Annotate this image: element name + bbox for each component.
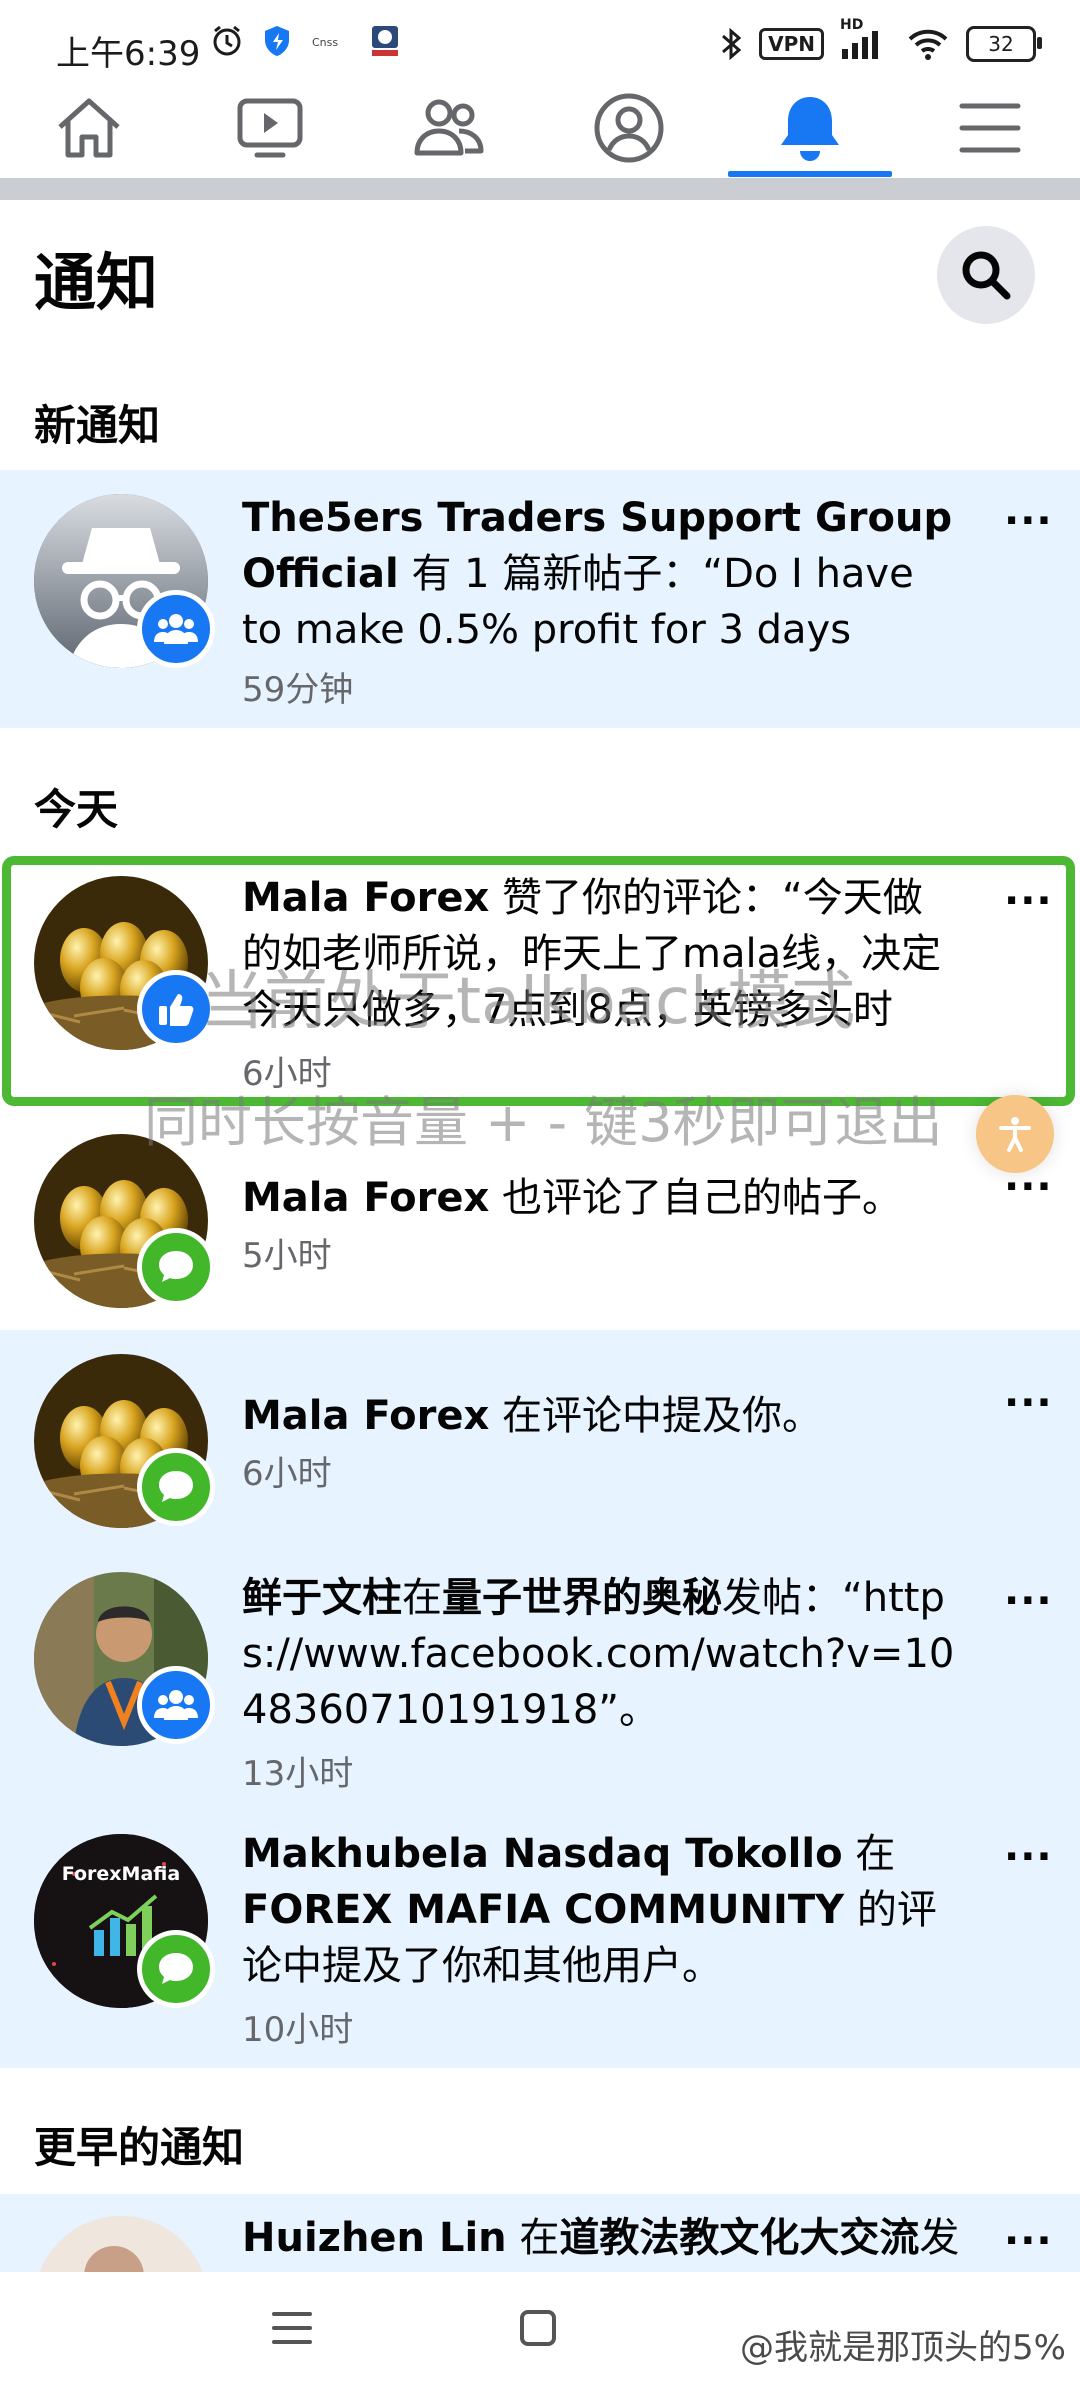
top-navigation — [0, 78, 1080, 178]
watermark: @我就是那顶头的5% — [740, 2328, 1066, 2368]
more-options-button[interactable]: ··· — [1004, 1380, 1053, 1426]
groups-icon — [414, 99, 484, 156]
groups-icon — [154, 1690, 198, 1720]
bluetooth-icon — [722, 27, 742, 61]
active-tab-indicator — [728, 171, 892, 177]
bell-icon — [781, 97, 839, 161]
nav-groups[interactable] — [394, 78, 504, 178]
svg-text:Cnss: Cnss — [312, 36, 338, 49]
notification-text: Makhubela Nasdaq Tokollo 在 FOREX MAFIA C… — [242, 1831, 937, 1989]
notification-text: Huizhen Lin 在道教法教文化大交流发 — [242, 2215, 960, 2261]
notification-badge — [137, 590, 215, 668]
more-options-button[interactable]: ··· — [1004, 1578, 1053, 1624]
nav-home[interactable] — [34, 78, 144, 178]
svg-text:ForexMafia: ForexMafia — [62, 1863, 180, 1885]
menu-icon — [959, 103, 1021, 153]
vpn-indicator: VPN — [759, 28, 824, 60]
nav-divider — [0, 178, 1080, 200]
more-options-button[interactable]: ··· — [1004, 2218, 1053, 2264]
notification-time: 13小时 — [242, 1754, 354, 1794]
wifi-icon — [908, 29, 948, 60]
status-left-icons: Cnss — [210, 24, 402, 58]
status-bar: 上午6:39 Cnss VPN HD 32 — [0, 0, 1080, 75]
notification-item[interactable]: Mala Forex 在评论中提及你。 6小时 ··· — [0, 1330, 1080, 1552]
notification-item[interactable]: 鲜于文柱在量子世界的奥秘发帖：“https://www.facebook.com… — [0, 1552, 1080, 1812]
recent-apps-button[interactable] — [270, 2308, 314, 2352]
actor-name: Makhubela Nasdaq Tokollo — [242, 1831, 843, 1877]
group-name: 道教法教文化大交流 — [559, 2215, 920, 2261]
talkback-exit-hint: 同时长按音量 + - 键3秒即可退出 — [144, 1091, 943, 1154]
video-icon — [237, 98, 303, 158]
notification-item[interactable]: Huizhen Lin 在道教法教文化大交流发 ··· — [0, 2194, 1080, 2274]
notification-text: Mala Forex 在评论中提及你。 — [242, 1393, 822, 1439]
group-name: FOREX MAFIA COMMUNITY — [242, 1887, 845, 1933]
menu-lines-icon — [272, 2312, 312, 2344]
notification-item[interactable]: The5ers Traders Support Group Official 有… — [0, 470, 1080, 728]
signal-icon: HD — [840, 17, 890, 61]
person-photo-avatar-icon — [34, 2216, 208, 2274]
app-icon-small: Cnss — [312, 36, 338, 49]
avatar — [34, 2216, 208, 2274]
status-right-icons: VPN HD 32 — [719, 17, 1042, 62]
notification-badge — [137, 1228, 215, 1306]
actor-name: 鲜于文柱 — [242, 1575, 402, 1621]
nav-video[interactable] — [215, 78, 325, 178]
comment-icon — [159, 1953, 193, 1984]
notification-text: 鲜于文柱在量子世界的奥秘发帖：“https://www.facebook.com… — [242, 1575, 955, 1733]
section-title-new: 新通知 — [34, 401, 161, 450]
actor-name: Huizhen Lin — [242, 2215, 507, 2261]
nav-notifications[interactable] — [755, 78, 865, 178]
notification-text: Mala Forex 也评论了自己的帖子。 — [242, 1175, 902, 1221]
search-button[interactable] — [937, 226, 1035, 324]
actor-name: Mala Forex — [242, 1175, 490, 1221]
notification-time: 10小时 — [242, 2010, 354, 2050]
section-title-today: 今天 — [34, 785, 119, 834]
page-title: 通知 — [34, 246, 159, 319]
accessibility-icon — [999, 1117, 1031, 1152]
shield-icon — [265, 26, 289, 56]
profile-icon — [594, 93, 664, 163]
app-logo-icon — [372, 26, 398, 56]
notification-time: 5小时 — [242, 1236, 332, 1276]
notification-badge — [137, 1930, 215, 2008]
square-icon — [520, 2310, 556, 2346]
status-time: 上午6:39 — [56, 34, 201, 74]
nav-menu[interactable] — [935, 78, 1045, 178]
notification-badge — [137, 1448, 215, 1526]
home-icon — [58, 98, 120, 158]
accessibility-button[interactable] — [976, 1095, 1054, 1173]
notification-item[interactable]: ForexMafia Makhubela Nasdaq Tokollo 在 FO… — [0, 1812, 1080, 2068]
home-button[interactable] — [518, 2308, 558, 2352]
groups-icon — [154, 614, 198, 644]
section-title-earlier: 更早的通知 — [34, 2123, 245, 2172]
comment-icon — [159, 1251, 193, 1282]
alarm-icon — [213, 25, 241, 56]
notification-time: 6小时 — [242, 1454, 332, 1494]
hd-label: HD — [840, 17, 864, 33]
more-options-button[interactable]: ··· — [1004, 498, 1053, 544]
notification-text: The5ers Traders Support Group Official 有… — [242, 495, 953, 653]
talkback-overlay-text: 当前处于talkback模式 — [200, 965, 856, 1039]
actor-name: Mala Forex — [242, 1393, 490, 1439]
more-options-button[interactable]: ··· — [1004, 1834, 1053, 1880]
battery-indicator: 32 — [966, 26, 1042, 62]
comment-icon — [159, 1471, 193, 1502]
search-icon — [962, 251, 1011, 300]
notification-time: 59分钟 — [242, 670, 354, 710]
nav-profile[interactable] — [574, 78, 684, 178]
group-name: 量子世界的奥秘 — [442, 1575, 722, 1621]
notification-badge — [137, 1666, 215, 1744]
